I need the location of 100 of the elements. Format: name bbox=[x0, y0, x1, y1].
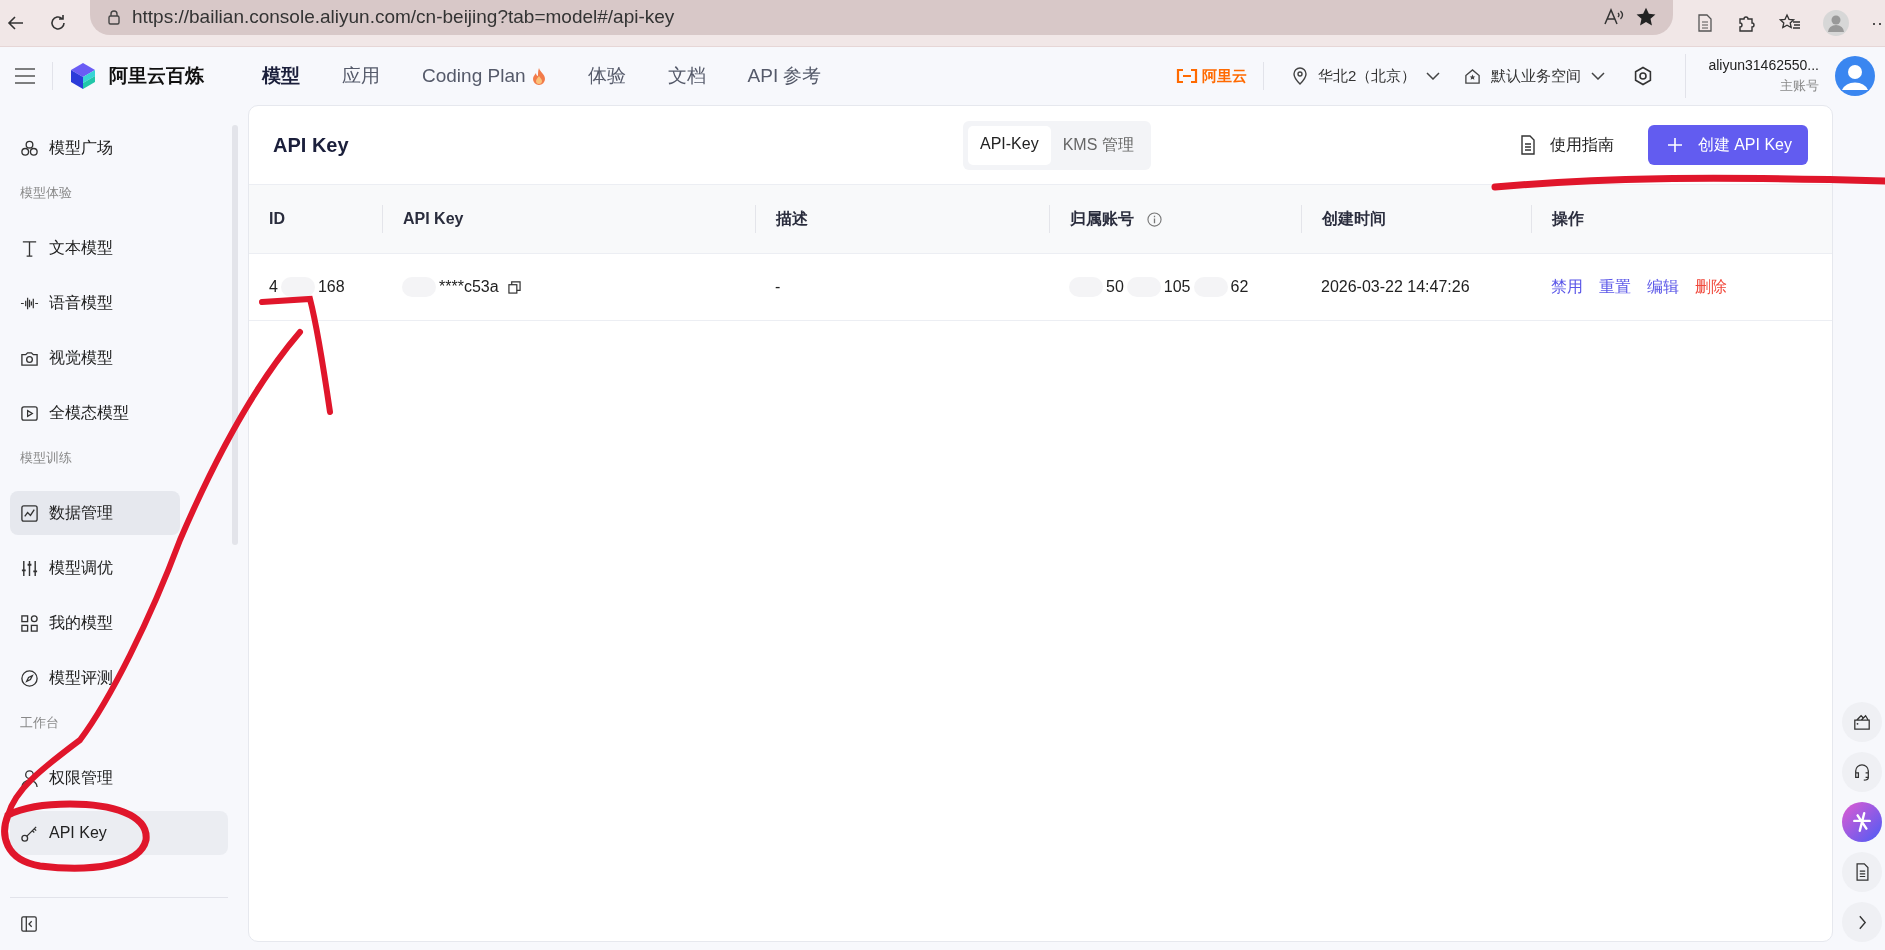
section-label: 工作台 bbox=[20, 714, 60, 732]
item-label: 文本模型 bbox=[49, 237, 113, 258]
star-icon[interactable] bbox=[1635, 6, 1657, 28]
region-selector[interactable]: 华北2（北京） bbox=[1292, 66, 1441, 86]
logo-icon bbox=[69, 62, 97, 90]
grid-icon bbox=[20, 613, 39, 633]
item-label: 模型广场 bbox=[49, 137, 113, 158]
sidebar-item[interactable]: API Key bbox=[10, 811, 228, 855]
item-label: API Key bbox=[49, 824, 107, 842]
home-icon bbox=[1464, 67, 1482, 85]
item-label: 权限管理 bbox=[49, 767, 113, 788]
brand-name: 阿里云百炼 bbox=[109, 64, 204, 88]
item-label: 数据管理 bbox=[49, 502, 113, 523]
flame-icon bbox=[531, 67, 546, 85]
table-cell: - bbox=[775, 278, 781, 296]
document-icon bbox=[1519, 135, 1536, 155]
create-button[interactable]: 创建 API Key bbox=[1647, 125, 1808, 165]
address-bar[interactable]: https://bailian.console.aliyun.com/cn-beijing?tab=model#/api-key bbox=[90, 0, 1673, 35]
item-label: 语音模型 bbox=[49, 292, 113, 313]
table-cell: 168 bbox=[317, 278, 345, 296]
action-link[interactable]: 禁用 bbox=[1551, 276, 1583, 298]
table-cell: 50 bbox=[1106, 278, 1124, 296]
guide-link[interactable]: 使用指南 bbox=[1519, 134, 1614, 156]
sidebar-item[interactable]: 全模态模型 bbox=[10, 391, 180, 435]
column-header: 描述 bbox=[755, 205, 1049, 233]
sidebar-item[interactable]: 权限管理 bbox=[10, 756, 180, 800]
section-label: 模型训练 bbox=[20, 449, 73, 467]
text-icon bbox=[20, 238, 39, 258]
info-icon[interactable] bbox=[1147, 211, 1162, 227]
account-name[interactable]: aliyun31462550... bbox=[1708, 57, 1819, 73]
video-icon bbox=[20, 403, 39, 423]
sidebar-item[interactable]: 视觉模型 bbox=[10, 336, 180, 380]
chart-icon bbox=[20, 503, 39, 523]
item-label: 视觉模型 bbox=[49, 347, 113, 368]
segment-tab[interactable]: API-Key bbox=[968, 125, 1051, 165]
avatar-icon[interactable] bbox=[1835, 56, 1875, 96]
section-label: 模型体验 bbox=[20, 184, 73, 202]
sidebar-item[interactable]: 语音模型 bbox=[10, 281, 180, 325]
action-link[interactable]: 重置 bbox=[1599, 276, 1631, 298]
item-label: 模型调优 bbox=[49, 557, 113, 578]
more-menu[interactable]: ··· bbox=[1871, 12, 1885, 34]
plus-icon bbox=[1667, 138, 1682, 152]
table-cell: 4 bbox=[269, 278, 278, 296]
sliders-icon bbox=[20, 558, 39, 578]
action-link[interactable]: 编辑 bbox=[1647, 276, 1679, 298]
url-text: https://bailian.console.aliyun.com/cn-beijing?tab=model#/api-key bbox=[132, 6, 675, 28]
cluster-icon bbox=[20, 138, 39, 158]
item-label: 模型评测 bbox=[49, 667, 113, 688]
chevron-right-icon bbox=[1857, 914, 1867, 930]
compass-icon bbox=[20, 668, 39, 688]
nav-tab[interactable]: Coding Plan bbox=[422, 63, 546, 89]
reload-icon[interactable] bbox=[48, 13, 68, 33]
table-cell: 105 bbox=[1163, 278, 1191, 296]
headset-icon bbox=[1853, 763, 1871, 781]
document-icon bbox=[1854, 863, 1870, 881]
column-header: 创建时间 bbox=[1301, 205, 1531, 233]
document-button[interactable] bbox=[1842, 852, 1882, 892]
chevron-down-icon bbox=[1591, 72, 1606, 80]
account-role: 主账号 bbox=[1780, 77, 1819, 95]
nav-tab[interactable]: API 参考 bbox=[747, 63, 822, 89]
page-title: API Key bbox=[273, 133, 350, 157]
headset-button[interactable] bbox=[1842, 752, 1882, 792]
table-cell: 2026-03-22 14:47:26 bbox=[1321, 278, 1470, 296]
sidebar-item[interactable]: 数据管理 bbox=[10, 491, 180, 535]
column-header: 归属账号 bbox=[1049, 205, 1301, 233]
read-aloud-icon[interactable] bbox=[1603, 7, 1625, 27]
nav-tab[interactable]: 应用 bbox=[342, 63, 380, 89]
assistant-button[interactable] bbox=[1842, 802, 1882, 842]
sidebar-item[interactable]: 模型广场 bbox=[10, 126, 180, 170]
collapse-sidebar-icon[interactable] bbox=[20, 915, 38, 933]
wallet-button[interactable] bbox=[1842, 702, 1882, 742]
lock-icon bbox=[106, 9, 122, 25]
menu-icon[interactable] bbox=[14, 67, 36, 85]
nav-tab[interactable]: 体验 bbox=[587, 63, 626, 89]
table-cell: ****c53a bbox=[439, 278, 499, 296]
item-label: 我的模型 bbox=[49, 612, 113, 633]
action-link[interactable]: 删除 bbox=[1695, 276, 1727, 298]
segment-tab[interactable]: KMS 管理 bbox=[1050, 125, 1146, 165]
column-header: ID bbox=[268, 209, 286, 229]
redaction-blur bbox=[280, 277, 315, 297]
sidebar-item[interactable]: 文本模型 bbox=[10, 226, 180, 270]
document-icon[interactable] bbox=[1695, 13, 1715, 33]
nav-tab[interactable]: 模型 bbox=[262, 63, 300, 89]
user-icon bbox=[20, 768, 39, 788]
copy-icon[interactable] bbox=[507, 280, 521, 294]
nav-tab[interactable]: 文档 bbox=[667, 63, 706, 89]
chevron-down-icon bbox=[1426, 72, 1441, 80]
column-header: 操作 bbox=[1531, 205, 1832, 233]
column-header: API Key bbox=[382, 205, 755, 233]
table-cell: 62 bbox=[1230, 278, 1249, 296]
item-label: 全模态模型 bbox=[49, 402, 129, 423]
location-pin-icon bbox=[1292, 67, 1309, 85]
puzzle-icon[interactable] bbox=[1737, 13, 1757, 33]
settings-icon[interactable] bbox=[1633, 66, 1654, 86]
wallet-icon bbox=[1853, 713, 1871, 731]
sidebar-item[interactable]: 模型调优 bbox=[10, 546, 180, 590]
sidebar-item[interactable]: 模型评测 bbox=[10, 656, 180, 700]
sidebar-item[interactable]: 我的模型 bbox=[10, 601, 180, 645]
sparkle-icon bbox=[1851, 811, 1873, 833]
workspace-selector[interactable]: 默认业务空间 bbox=[1464, 66, 1606, 86]
